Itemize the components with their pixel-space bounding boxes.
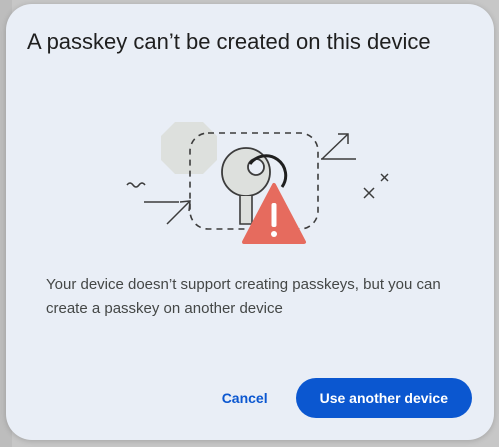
arrow-up-right (321, 133, 349, 160)
warning-dot (271, 231, 277, 237)
dialog-message: Your device doesn’t support creating pas… (46, 276, 441, 317)
cross-mark-small (380, 173, 389, 182)
dialog-actions: Cancel Use another device (212, 378, 472, 418)
arrow-diagonal (166, 200, 191, 225)
dialog-title: A passkey can’t be created on this devic… (27, 29, 431, 54)
passkey-dialog: A passkey can’t be created on this devic… (6, 4, 494, 440)
warning-bar (271, 203, 277, 227)
cross-mark-large (363, 187, 375, 199)
squiggle-mark (126, 182, 146, 188)
cancel-button[interactable]: Cancel (212, 380, 278, 416)
octagon-shape (161, 122, 217, 174)
passkey-warning-illustration (126, 122, 389, 244)
use-another-device-button[interactable]: Use another device (295, 378, 472, 418)
key-shaft (239, 196, 253, 225)
